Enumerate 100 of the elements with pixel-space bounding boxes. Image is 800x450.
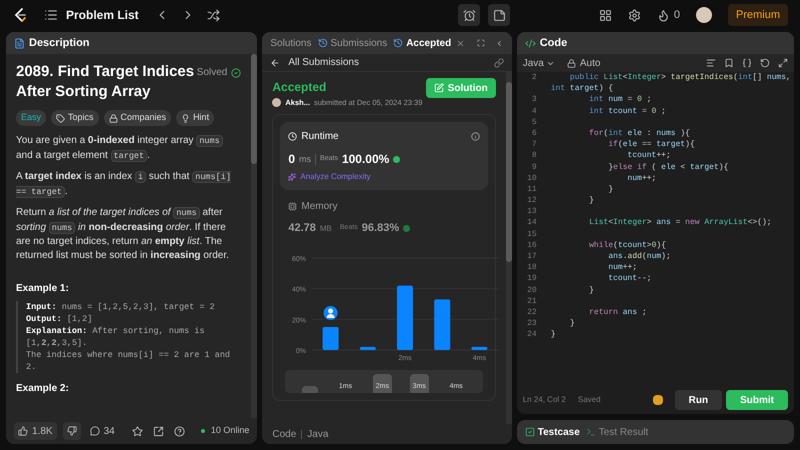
format-icon[interactable] bbox=[706, 58, 716, 68]
sparkle-icon bbox=[288, 173, 296, 182]
line-number: 8 bbox=[530, 150, 538, 162]
solved-label: Solved bbox=[196, 66, 228, 80]
avatar bbox=[272, 98, 282, 108]
code-tab[interactable]: Code bbox=[540, 34, 568, 52]
panel-tab[interactable]: Submissions bbox=[318, 36, 388, 50]
tag-chip[interactable]: Hint bbox=[176, 110, 214, 126]
bookmark-icon[interactable] bbox=[724, 58, 734, 68]
tag-chip[interactable]: Topics bbox=[51, 110, 99, 126]
chip-icon bbox=[288, 202, 298, 212]
clock-icon bbox=[288, 132, 298, 142]
history-icon bbox=[318, 38, 328, 48]
online-count: 10 Online bbox=[210, 424, 250, 438]
link-icon[interactable] bbox=[494, 58, 504, 68]
example-heading: Example 1: bbox=[16, 282, 70, 296]
code-line: tcount++; bbox=[626, 150, 671, 162]
memory-unit: MB bbox=[320, 222, 332, 234]
tag-icon bbox=[56, 114, 66, 122]
alarm-clock-icon[interactable] bbox=[462, 8, 476, 22]
shuffle-icon[interactable] bbox=[206, 8, 220, 22]
back-icon[interactable] bbox=[270, 58, 280, 68]
chart-bar bbox=[434, 299, 451, 350]
code-line: for(int ele : nums ){ bbox=[588, 128, 690, 140]
edit-icon bbox=[434, 83, 444, 93]
note-icon[interactable] bbox=[492, 8, 506, 22]
beats-value: 100.00% bbox=[342, 151, 390, 168]
runtime-value: 0 bbox=[288, 151, 296, 168]
list-icon[interactable] bbox=[44, 8, 58, 22]
all-submissions-link[interactable]: All Submissions bbox=[288, 55, 359, 70]
info-icon[interactable] bbox=[470, 132, 480, 142]
code-line: ans.add(num); bbox=[607, 251, 671, 262]
logo-icon[interactable] bbox=[12, 7, 28, 23]
problem-list-link[interactable]: Problem List bbox=[66, 6, 139, 24]
line-number: 7 bbox=[530, 139, 538, 150]
like-button[interactable]: 1.8K bbox=[14, 422, 57, 440]
code-line: return ans ; bbox=[588, 306, 647, 318]
dislike-button[interactable] bbox=[62, 422, 81, 440]
example-line: The indices where nums[i] == 2 are 1 and 2. bbox=[26, 349, 232, 373]
code-line: int num = 0 ; bbox=[588, 94, 652, 106]
line-number: 14 bbox=[526, 217, 538, 229]
thumbs-up-icon bbox=[18, 426, 28, 436]
thumbs-down-icon bbox=[66, 426, 77, 436]
fullscreen-icon[interactable] bbox=[778, 58, 788, 68]
history-icon bbox=[393, 38, 404, 48]
panel-tab[interactable]: Accepted bbox=[393, 36, 466, 50]
line-number: 11 bbox=[526, 184, 538, 196]
star-icon[interactable] bbox=[132, 426, 143, 436]
code-line: } bbox=[550, 329, 556, 340]
description-tab[interactable]: Description bbox=[29, 34, 90, 52]
note-button[interactable] bbox=[488, 4, 510, 26]
code-line: while(tcount>0){ bbox=[588, 240, 666, 251]
runtime-unit: ms bbox=[299, 152, 312, 166]
line-number: 2 bbox=[530, 72, 538, 84]
braces-icon[interactable] bbox=[742, 58, 752, 68]
panel-tab[interactable]: Solutions bbox=[270, 36, 312, 50]
line-number: 23 bbox=[526, 318, 538, 330]
description-paragraph: You are given a 0-indexed integer array nums and a target element target . bbox=[16, 134, 242, 163]
line-number: 5 bbox=[530, 116, 538, 128]
auto-mode-label[interactable]: Auto bbox=[580, 56, 600, 70]
premium-button[interactable]: Premium bbox=[728, 4, 788, 26]
run-button[interactable]: Run bbox=[674, 390, 722, 410]
memory-title: Memory bbox=[301, 200, 338, 214]
debug-icon[interactable] bbox=[652, 395, 663, 405]
navigator-bar bbox=[302, 386, 318, 393]
code-line: int target) { bbox=[550, 83, 614, 94]
chart-bar bbox=[397, 285, 414, 350]
panel-tab[interactable]: Test Result bbox=[586, 424, 648, 440]
settings-icon[interactable] bbox=[628, 8, 641, 22]
share-icon[interactable] bbox=[152, 426, 164, 436]
code-line: if(ele == target){ bbox=[607, 139, 695, 150]
reset-icon[interactable] bbox=[760, 58, 770, 68]
grid-icon[interactable] bbox=[598, 8, 612, 22]
code-line: num++; bbox=[626, 172, 656, 184]
line-number: 12 bbox=[526, 195, 538, 206]
code-line: } bbox=[588, 284, 594, 296]
badge-icon bbox=[403, 225, 410, 232]
comments-button[interactable]: 34 bbox=[86, 424, 118, 438]
description-paragraph: Return a list of the target indices of nums after sorting nums in non-decreasing order. If there are no target indices, return an empty list. The returned list must be sorted in increasing order. bbox=[16, 206, 230, 262]
user-marker-icon bbox=[324, 306, 338, 320]
line-number: 6 bbox=[530, 128, 538, 140]
example-line: Input: nums = [1,2,5,2,3], target = 2 bbox=[26, 301, 216, 313]
code-line: tcount--; bbox=[607, 273, 652, 285]
difficulty-tag[interactable]: Easy bbox=[16, 110, 46, 126]
help-icon[interactable] bbox=[174, 426, 185, 436]
close-icon[interactable] bbox=[456, 38, 466, 48]
language-select[interactable]: Java bbox=[522, 56, 555, 70]
flame-icon[interactable] bbox=[656, 8, 670, 22]
line-number: 4 bbox=[530, 106, 538, 117]
tag-chip[interactable]: Companies bbox=[104, 110, 172, 126]
code-line: public List<Integer> targetIndices(int[] nums, bbox=[568, 72, 791, 84]
code-label: Code bbox=[272, 428, 296, 442]
avatar[interactable] bbox=[696, 7, 712, 23]
save-status: Saved bbox=[578, 394, 601, 406]
code-line: } bbox=[568, 318, 575, 330]
problem-title: 2089. Find Target Indices After Sorting Array bbox=[16, 62, 196, 102]
code-line: } bbox=[607, 184, 614, 196]
panel-tab[interactable]: Testcase bbox=[524, 424, 580, 440]
alarm-button[interactable] bbox=[458, 4, 480, 26]
expand-icon[interactable] bbox=[477, 38, 486, 48]
